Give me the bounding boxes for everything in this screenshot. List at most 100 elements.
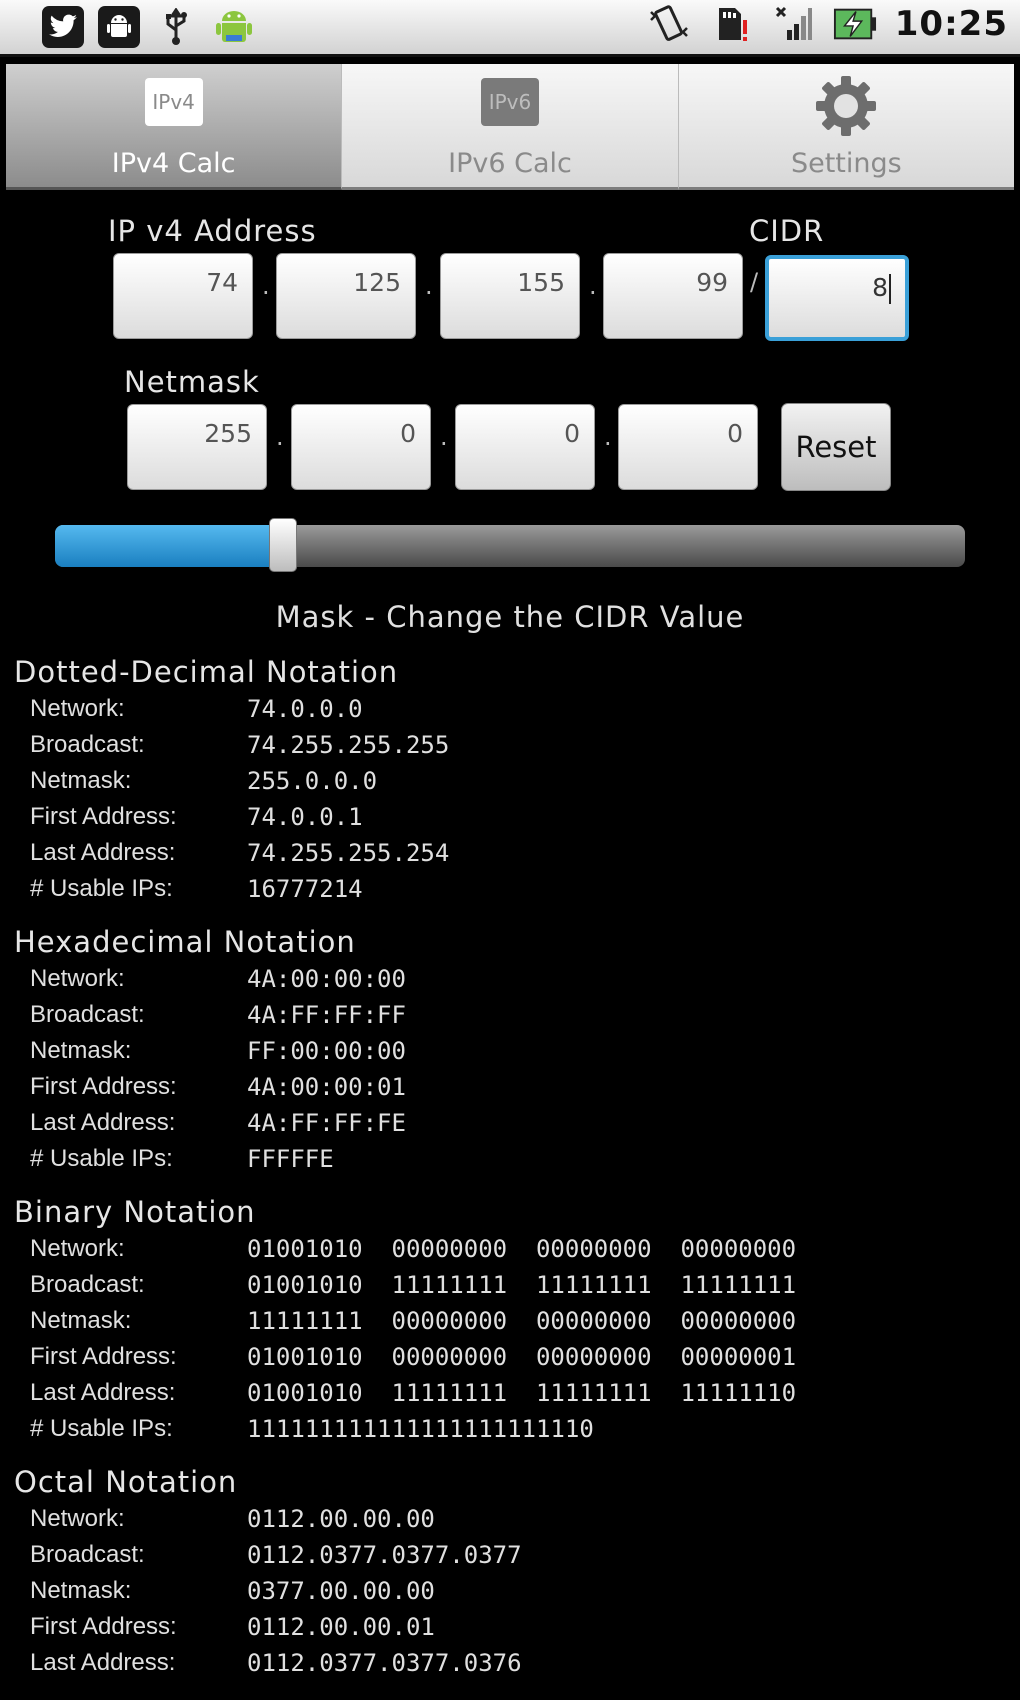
section-title: Hexadecimal Notation xyxy=(14,925,356,959)
result-key: Netmask: xyxy=(30,1307,132,1334)
result-value: 0112.0377.0377.0377 xyxy=(247,1541,522,1569)
result-value: 01001010 00000000 00000000 00000001 xyxy=(247,1343,797,1371)
result-row: Broadcast: 4A:FF:FF:FF xyxy=(30,1001,990,1035)
result-value: 74.0.0.1 xyxy=(247,803,363,831)
result-key: Last Address: xyxy=(30,839,176,866)
result-key: Last Address: xyxy=(30,1109,176,1136)
netmask-octet-2-field[interactable]: 0 xyxy=(291,404,431,490)
result-row: Last Address: 74.255.255.254 xyxy=(30,839,990,873)
status-bar: 10:25 xyxy=(0,0,1020,57)
result-value: 4A:FF:FF:FE xyxy=(247,1109,406,1137)
result-value: 111111111111111111111110 xyxy=(247,1415,594,1443)
result-row: Network: 4A:00:00:00 xyxy=(30,965,990,999)
result-key: Network: xyxy=(30,695,125,722)
tab-label: IPv6 Calc xyxy=(448,148,572,179)
tab-label: IPv4 Calc xyxy=(111,148,236,179)
result-row: Last Address: 4A:FF:FF:FE xyxy=(30,1109,990,1143)
result-key: Broadcast: xyxy=(30,1001,145,1028)
result-value: 4A:FF:FF:FF xyxy=(247,1001,406,1029)
result-row: Netmask: 11111111 00000000 00000000 00000… xyxy=(30,1307,990,1341)
result-key: First Address: xyxy=(30,803,177,830)
twitter-icon xyxy=(42,6,84,48)
netmask-octet-3-field[interactable]: 0 xyxy=(455,404,595,490)
vibrate-icon xyxy=(647,2,691,46)
result-row: Network: 74.0.0.0 xyxy=(30,695,990,729)
cidr-slider-fill xyxy=(55,525,283,567)
result-key: # Usable IPs: xyxy=(30,875,173,902)
octet-separator: . xyxy=(589,272,597,300)
clock: 10:25 xyxy=(894,4,1008,44)
result-key: Last Address: xyxy=(30,1649,176,1676)
result-key: Netmask: xyxy=(30,767,132,794)
tab-ipv4-calc[interactable]: IPv4 IPv4 Calc xyxy=(6,64,343,190)
sd-card-warning-icon xyxy=(709,2,753,46)
result-row: Netmask: 255.0.0.0 xyxy=(30,767,990,801)
result-key: # Usable IPs: xyxy=(30,1415,173,1442)
tab-ipv6-calc[interactable]: IPv6 IPv6 Calc xyxy=(342,64,679,190)
result-value: 4A:00:00:00 xyxy=(247,965,406,993)
result-value: 74.255.255.255 xyxy=(247,731,450,759)
result-key: Last Address: xyxy=(30,1379,176,1406)
ipv4-octet-1-field[interactable]: 74 xyxy=(113,253,253,339)
result-key: Broadcast: xyxy=(30,1541,145,1568)
ipv6-icon: IPv6 xyxy=(480,78,539,126)
netmask-octet-1-field[interactable]: 255 xyxy=(127,404,267,490)
result-row: Broadcast: 01001010 11111111 11111111 111… xyxy=(30,1271,990,1305)
result-value: 74.0.0.0 xyxy=(247,695,363,723)
tab-settings[interactable]: Settings xyxy=(678,64,1014,190)
result-row: Netmask: 0377.00.00.00 xyxy=(30,1577,990,1611)
result-key: Broadcast: xyxy=(30,1271,145,1298)
result-value: FF:00:00:00 xyxy=(247,1037,406,1065)
result-row: # Usable IPs: 16777214 xyxy=(30,875,990,909)
ipv4-icon: IPv4 xyxy=(144,78,203,126)
result-value: 01001010 11111111 11111111 11111111 xyxy=(247,1271,797,1299)
result-row: First Address: 4A:00:00:01 xyxy=(30,1073,990,1107)
result-row: Last Address: 0112.0377.0377.0376 xyxy=(30,1649,990,1683)
text-cursor xyxy=(889,274,891,304)
octet-separator: . xyxy=(276,423,284,451)
result-value: 11111111 00000000 00000000 00000000 xyxy=(247,1307,797,1335)
ipv4-octet-3-field[interactable]: 155 xyxy=(440,253,580,339)
cidr-label: CIDR xyxy=(749,214,825,248)
result-key: # Usable IPs: xyxy=(30,1145,173,1172)
ipv4-octet-4-field[interactable]: 99 xyxy=(603,253,743,339)
cidr-slider-thumb[interactable] xyxy=(268,518,297,572)
reset-button[interactable]: Reset xyxy=(781,403,891,491)
android-robot-icon xyxy=(212,5,256,49)
gear-icon xyxy=(814,74,878,138)
signal-icon xyxy=(771,2,815,46)
section-title: Dotted-Decimal Notation xyxy=(14,655,399,689)
result-key: First Address: xyxy=(30,1073,177,1100)
result-key: First Address: xyxy=(30,1343,177,1370)
result-row: Network: 0112.00.00.00 xyxy=(30,1505,990,1539)
result-value: 0112.0377.0377.0376 xyxy=(247,1649,522,1677)
ipv4-octet-2-field[interactable]: 125 xyxy=(276,253,416,339)
result-key: First Address: xyxy=(30,1613,177,1640)
section-title: Octal Notation xyxy=(14,1465,238,1499)
result-key: Broadcast: xyxy=(30,731,145,758)
cidr-field[interactable]: 8 xyxy=(765,255,909,341)
octet-separator: . xyxy=(425,272,433,300)
cidr-slider[interactable] xyxy=(55,525,965,567)
tab-label: Settings xyxy=(790,148,902,179)
cidr-value: 8 xyxy=(872,273,888,302)
result-row: First Address: 74.0.0.1 xyxy=(30,803,990,837)
result-key: Network: xyxy=(30,1505,125,1532)
result-value: 255.0.0.0 xyxy=(247,767,378,795)
slider-hint: Mask - Change the CIDR Value xyxy=(275,600,745,634)
result-row: First Address: 01001010 00000000 00000000… xyxy=(30,1343,990,1377)
cidr-separator: / xyxy=(750,268,759,296)
result-row: # Usable IPs: 111111111111111111111110 xyxy=(30,1415,990,1449)
result-value: 0377.00.00.00 xyxy=(247,1577,435,1605)
android-debug-icon xyxy=(98,6,140,48)
ipv4-address-label: IP v4 Address xyxy=(108,214,317,248)
usb-icon xyxy=(154,5,198,49)
result-value: 01001010 00000000 00000000 00000000 xyxy=(247,1235,797,1263)
result-row: # Usable IPs: FFFFFE xyxy=(30,1145,990,1179)
result-value: FFFFFE xyxy=(247,1145,334,1173)
netmask-octet-4-field[interactable]: 0 xyxy=(618,404,758,490)
netmask-label: Netmask xyxy=(124,365,260,399)
result-row: First Address: 0112.00.00.01 xyxy=(30,1613,990,1647)
result-row: Broadcast: 0112.0377.0377.0377 xyxy=(30,1541,990,1575)
result-value: 0112.00.00.00 xyxy=(247,1505,435,1533)
